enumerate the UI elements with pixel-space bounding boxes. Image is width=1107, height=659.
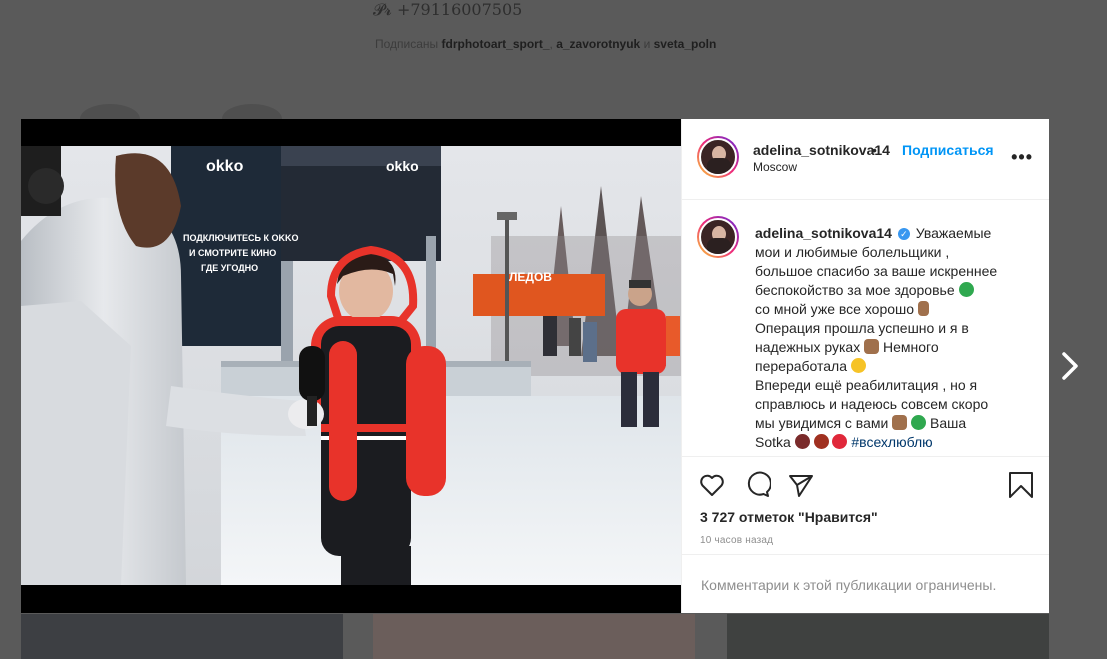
banner-line: ПОДКЛЮЧИТЕСЬ К OKKO xyxy=(183,233,299,243)
banner-line: ГДЕ УГОДНО xyxy=(201,263,258,273)
followed-by: Подписаны fdrphotoart_sport_, a_zavorotn… xyxy=(375,37,716,51)
bookmark-icon[interactable] xyxy=(1007,471,1035,499)
post-side-panel: adelina_sotnikova14 • Подписаться Moscow… xyxy=(681,119,1049,613)
building-sign: ЛЕДОВ xyxy=(509,270,552,284)
caption-line: мы увидимся с вами xyxy=(755,415,889,431)
caption-line: беспокойство за мое здоровье xyxy=(755,282,955,298)
flexed-biceps-icon xyxy=(892,415,908,430)
like-count[interactable]: 3 727 отметок "Нравится" xyxy=(700,509,878,525)
four-leaf-clover-icon xyxy=(911,415,927,430)
okko-logo: okko xyxy=(206,158,244,175)
caption-line: переработала xyxy=(755,358,848,374)
hashtag-link[interactable]: #всехлюблю xyxy=(851,434,932,450)
conjunction: и xyxy=(643,37,651,51)
followed-by-user[interactable]: sveta_poln xyxy=(654,37,717,51)
post-header: adelina_sotnikova14 • Подписаться Moscow… xyxy=(682,119,1049,200)
grid-thumbnail[interactable] xyxy=(727,614,1049,659)
banner-line: И СМОТРИТЕ КИНО xyxy=(189,248,276,258)
follow-button[interactable]: Подписаться xyxy=(902,142,994,158)
comments-disabled-notice: Комментарии к этой публикации ограничены… xyxy=(682,554,1049,614)
separator: , xyxy=(549,37,553,51)
share-icon[interactable] xyxy=(787,471,815,499)
followed-by-user[interactable]: a_zavorotnyuk xyxy=(556,37,640,51)
caption-line: надежных руках xyxy=(755,339,861,355)
caption-line: со мной уже все хорошо xyxy=(755,301,915,317)
caption-line: справлюсь и надеюсь совсем скоро xyxy=(755,396,989,412)
followed-by-user[interactable]: fdrphotoart_sport_ xyxy=(442,37,550,51)
kiss-mark-icon xyxy=(813,434,829,449)
crossed-fingers-icon xyxy=(917,301,929,316)
next-arrow-icon[interactable] xyxy=(1060,350,1082,382)
avatar[interactable] xyxy=(697,216,739,258)
profile-phone: 𝓟𝓻 +79116007505 xyxy=(373,0,522,20)
caption-line: Немного xyxy=(883,339,939,355)
post-photo[interactable]: ЛЕДОВ okko ПОДКЛЮЧИТЕСЬ К OKKO И СМОТРИТ… xyxy=(21,146,681,585)
phone-prefix: 𝓟𝓻 xyxy=(373,0,392,19)
heart-icon[interactable] xyxy=(698,471,726,499)
comment-icon[interactable] xyxy=(743,471,771,499)
tongue-face-icon xyxy=(850,358,866,373)
four-leaf-clover-icon xyxy=(958,282,974,297)
avatar[interactable] xyxy=(697,136,739,178)
caption-line: Операция прошла успешно и я в xyxy=(755,320,969,336)
caption-text: adelina_sotnikova14 ✓ Уважаемые мои и лю… xyxy=(755,224,1030,452)
flexed-biceps-icon xyxy=(864,339,880,354)
caption-line: Sotka xyxy=(755,434,791,450)
dot-separator: • xyxy=(872,142,877,158)
caption-line: Уважаемые xyxy=(915,225,992,241)
grid-thumbnail[interactable] xyxy=(373,614,695,659)
lips-icon xyxy=(794,434,810,449)
caption-line: Ваша xyxy=(930,415,967,431)
followed-by-prefix: Подписаны xyxy=(375,37,439,51)
more-options-icon[interactable]: ••• xyxy=(1011,147,1033,168)
phone-number[interactable]: +79116007505 xyxy=(397,0,522,19)
photo-illustration: ЛЕДОВ okko ПОДКЛЮЧИТЕСЬ К OKKO И СМОТРИТ… xyxy=(21,146,681,585)
caption-line: Впереди ещё реабилитация , но я xyxy=(755,377,978,393)
caption-line: большое спасибо за ваше искреннее xyxy=(755,263,998,279)
verified-icon: ✓ xyxy=(897,228,910,240)
caption-line: мои и любимые болельщики , xyxy=(755,244,950,260)
profile-background xyxy=(0,0,1107,120)
okko-logo-2: okko xyxy=(386,158,419,174)
post-location[interactable]: Moscow xyxy=(753,160,797,174)
post-caption: adelina_sotnikova14 ✓ Уважаемые мои и лю… xyxy=(682,201,1049,456)
grid-thumbnail[interactable] xyxy=(21,614,343,659)
post-media[interactable]: ЛЕДОВ okko ПОДКЛЮЧИТЕСЬ К OKKO И СМОТРИТ… xyxy=(21,119,681,613)
red-heart-icon xyxy=(832,434,848,449)
post-actions: 3 727 отметок "Нравится" 10 часов назад … xyxy=(682,456,1049,613)
comments-disabled-text: Комментарии к этой публикации ограничены… xyxy=(701,577,997,593)
post-timestamp[interactable]: 10 часов назад xyxy=(700,535,773,546)
post-author-username[interactable]: adelina_sotnikova14 xyxy=(753,142,890,158)
caption-username[interactable]: adelina_sotnikova14 xyxy=(755,225,892,241)
